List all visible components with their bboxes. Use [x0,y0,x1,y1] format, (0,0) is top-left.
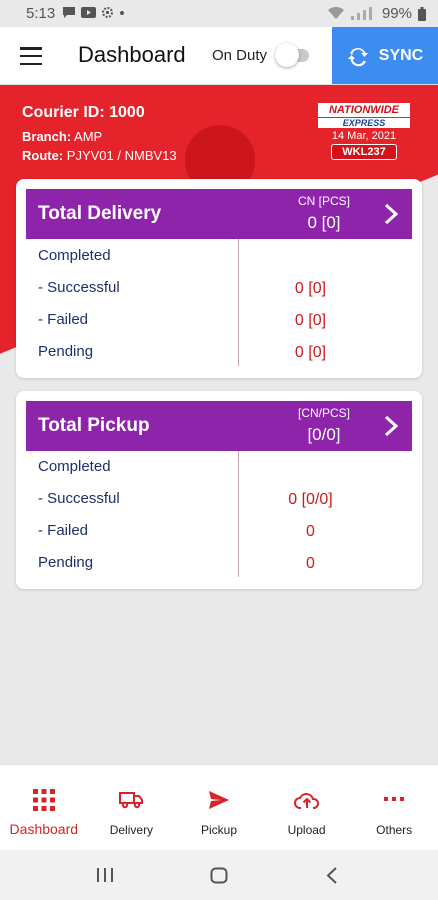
sync-icon [347,47,368,66]
delivery-row-value: 0 [0] [294,280,327,297]
back-icon[interactable] [326,867,338,884]
pickup-col-label: [CN/PCS] [297,406,350,420]
notification-icons [62,6,125,19]
pickup-row-label: - Failed [38,522,89,539]
youtube-icon [81,7,96,18]
pickup-row-value: 0 [306,555,315,572]
nav-upload[interactable]: Upload [263,765,351,850]
status-right: 99% [327,5,426,22]
nav-label: Delivery [109,823,154,837]
delivery-row-value: 0 [0] [294,344,327,361]
delivery-card-title: Total Delivery [38,203,162,224]
delivery-card: Total Delivery CN [PCS] 0 [0] Completed … [16,179,422,378]
signal-icon [350,7,372,20]
delivery-row-label: Completed [38,247,111,264]
pickup-row-value: 0 [306,523,315,540]
truck-icon [119,792,144,809]
pickup-row-label: Pending [38,554,94,571]
brand-logo-text: NATIONWIDE [318,103,410,117]
branch-value: AMP [74,129,103,144]
on-duty-toggle[interactable] [275,43,309,67]
vehicle-plate: WKL237 [331,144,397,160]
sync-button[interactable]: SYNC [332,27,438,84]
battery-icon [418,6,426,21]
app-bar: Dashboard On Duty SYNC [0,27,438,85]
route-key: Route: [22,148,64,163]
nav-label: Others [376,823,413,837]
nav-pickup[interactable]: Pickup [175,765,263,850]
menu-icon[interactable] [20,47,42,65]
home-icon[interactable] [210,867,228,884]
delivery-row-label: Pending [38,343,94,360]
more-icon [384,797,405,801]
pickup-row-value: 0 [0/0] [288,491,333,508]
pickup-card-header[interactable]: Total Pickup [CN/PCS] [0/0] [26,401,412,451]
nav-delivery[interactable]: Delivery [88,765,176,850]
nav-label: Dashboard [9,821,79,837]
pickup-card-title: Total Pickup [38,415,150,436]
status-bar: 5:13 99% [0,0,438,27]
cloud-upload-icon [293,793,319,809]
delivery-row-label: - Successful [38,279,120,296]
brand-logo-subtext: EXPRESS [318,118,410,128]
courier-info: Courier ID: 1000 Branch: AMP Route: PJYV… [22,104,177,167]
route-line: Route: PJYV01 / NMBV13 [22,148,177,163]
dot-icon [120,11,124,15]
status-time: 5:13 [26,5,56,22]
sync-label: SYNC [378,46,424,64]
send-icon [208,791,229,809]
nav-label: Pickup [200,823,237,837]
route-value: PJYV01 / NMBV13 [66,148,177,163]
system-nav-bar [0,850,438,900]
delivery-total: 0 [0] [307,213,341,232]
badge-date: 14 Mar, 2021 [331,130,397,142]
chevron-right-icon[interactable] [384,415,398,437]
bottom-nav: Dashboard Delivery Pickup Upload Others [0,764,438,850]
nav-others[interactable]: Others [350,765,438,850]
recent-apps-icon[interactable] [96,867,114,883]
message-icon [63,7,75,18]
courier-id: Courier ID: 1000 [22,104,145,121]
wifi-icon [327,7,344,19]
nav-label: Upload [287,823,326,837]
branch-key: Branch: [22,129,72,144]
delivery-row-label: - Failed [38,311,89,328]
pickup-card: Total Pickup [CN/PCS] [0/0] Completed - … [16,391,422,589]
chevron-right-icon[interactable] [384,203,398,225]
delivery-card-header[interactable]: Total Delivery CN [PCS] 0 [0] [26,189,412,239]
grid-icon [32,789,55,811]
battery-percent: 99% [381,5,412,22]
pickup-row-label: Completed [38,458,111,475]
pickup-row-label: - Successful [38,490,120,507]
brand-badge: NATIONWIDE EXPRESS 14 Mar, 2021 WKL237 [318,103,410,160]
on-duty-label: On Duty [212,47,268,64]
pickup-total: [0/0] [307,425,341,444]
settings-icon [102,7,113,18]
branch-line: Branch: AMP [22,129,177,144]
delivery-row-value: 0 [0] [294,312,327,329]
page-title: Dashboard [78,42,186,67]
delivery-col-label: CN [PCS] [297,194,350,208]
nav-dashboard[interactable]: Dashboard [0,765,88,850]
